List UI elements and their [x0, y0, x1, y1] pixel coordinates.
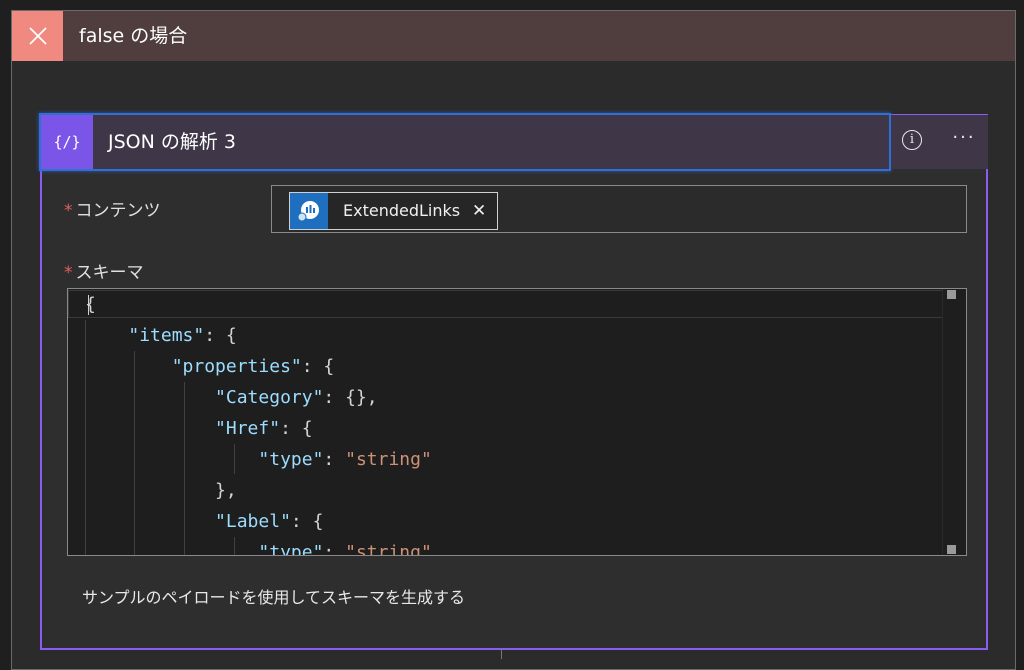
code-line: "type": "string" — [258, 542, 432, 556]
dynamic-content-token[interactable]: ExtendedLinks ✕ — [289, 192, 498, 230]
editor-scrollbar[interactable] — [942, 289, 966, 555]
code-line: "Category": {}, — [215, 387, 378, 408]
scroll-down-marker — [947, 545, 956, 554]
code-line: "type": "string" — [258, 449, 432, 470]
flow-connector — [501, 648, 502, 659]
json-parse-icon: {/} — [41, 115, 93, 169]
action-title[interactable]: JSON の解析 3 — [108, 115, 236, 169]
close-icon — [28, 27, 47, 45]
code-line: "properties": { — [171, 356, 335, 377]
action-header[interactable]: {/} JSON の解析 3 — [39, 113, 891, 171]
dynamic-content-icon — [290, 193, 328, 229]
scroll-up-marker — [947, 290, 956, 299]
schema-field-label: * スキーマ — [64, 258, 144, 283]
code-line: }, — [85, 480, 237, 501]
content-label-text: コンテンツ — [75, 201, 161, 221]
current-line-highlight — [68, 290, 944, 318]
code-line: "items": { — [128, 325, 237, 346]
code-line: "Label": { — [215, 511, 324, 532]
schema-code-editor[interactable]: { "items": { "properties": { "Category":… — [67, 288, 967, 556]
scope-title[interactable]: false の場合 — [79, 11, 187, 61]
more-options-button[interactable]: ··· — [946, 123, 982, 153]
generate-schema-from-sample-link[interactable]: サンプルのペイロードを使用してスキーマを生成する — [82, 584, 465, 608]
code-line: "Href": { — [215, 418, 313, 439]
code-line: { — [85, 294, 96, 315]
condition-false-scope: false の場合 {/} JSON の解析 3 i ··· * コンテンツ E… — [11, 10, 1016, 670]
close-button[interactable] — [12, 11, 63, 61]
parse-json-action-card: {/} JSON の解析 3 i ··· * コンテンツ ExtendedLin… — [39, 113, 988, 650]
schema-label-text: スキーマ — [75, 263, 144, 283]
scope-header: false の場合 — [12, 11, 1015, 61]
info-icon[interactable]: i — [902, 130, 922, 150]
required-marker: * — [64, 263, 73, 283]
token-remove-button[interactable]: ✕ — [472, 193, 486, 229]
content-field-label: * コンテンツ — [64, 196, 161, 221]
content-input[interactable]: ExtendedLinks ✕ — [271, 185, 967, 233]
action-header-controls: i ··· — [891, 115, 988, 169]
required-marker: * — [64, 201, 73, 221]
token-label: ExtendedLinks — [343, 201, 461, 220]
